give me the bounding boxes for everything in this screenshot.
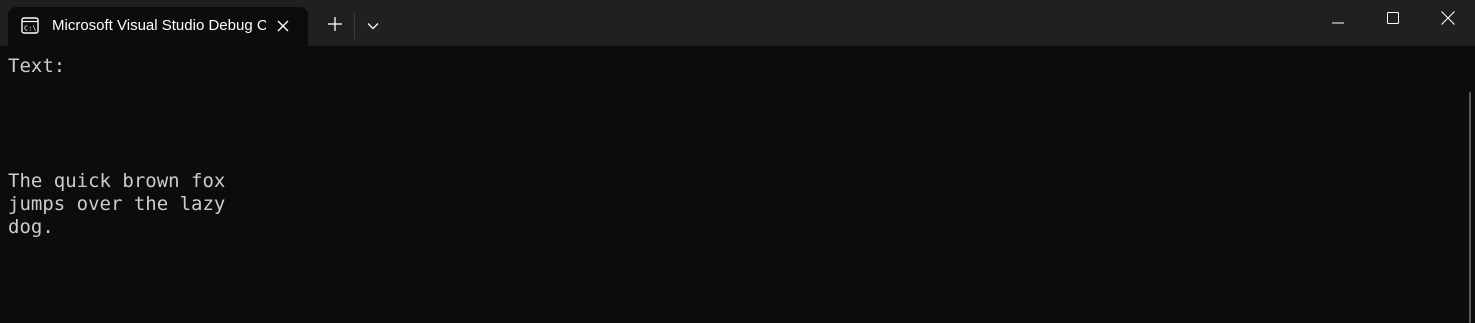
tab-divider — [354, 13, 355, 39]
profiles-dropdown-button[interactable] — [360, 13, 386, 39]
tab-debug-console[interactable]: C:\ Microsoft Visual Studio Debug Consol… — [8, 7, 308, 46]
close-icon — [1440, 10, 1455, 30]
maximize-icon — [1386, 11, 1399, 29]
scrollbar-thumb[interactable] — [1469, 92, 1471, 323]
tab-close-icon[interactable] — [272, 15, 294, 37]
vertical-scrollbar[interactable] — [1466, 46, 1475, 323]
maximize-button[interactable] — [1365, 0, 1420, 40]
minimize-button[interactable] — [1310, 0, 1365, 40]
console-line: Text: — [8, 55, 66, 77]
svg-text:C:\: C:\ — [24, 25, 37, 33]
console-output[interactable]: Text: The quick brown fox jumps over the… — [0, 46, 1466, 323]
close-window-button[interactable] — [1420, 0, 1475, 40]
console-line: dog. — [8, 216, 54, 238]
console-line: jumps over the lazy — [8, 193, 226, 215]
plus-icon — [328, 16, 342, 36]
chevron-down-icon — [367, 17, 379, 35]
new-tab-button[interactable] — [322, 13, 348, 39]
minimize-icon — [1331, 11, 1344, 29]
title-bar: C:\ Microsoft Visual Studio Debug Consol… — [0, 0, 1475, 46]
console-icon: C:\ — [21, 17, 39, 34]
tab-title: Microsoft Visual Studio Debug Console — [52, 17, 266, 34]
console-line: The quick brown fox — [8, 170, 226, 192]
